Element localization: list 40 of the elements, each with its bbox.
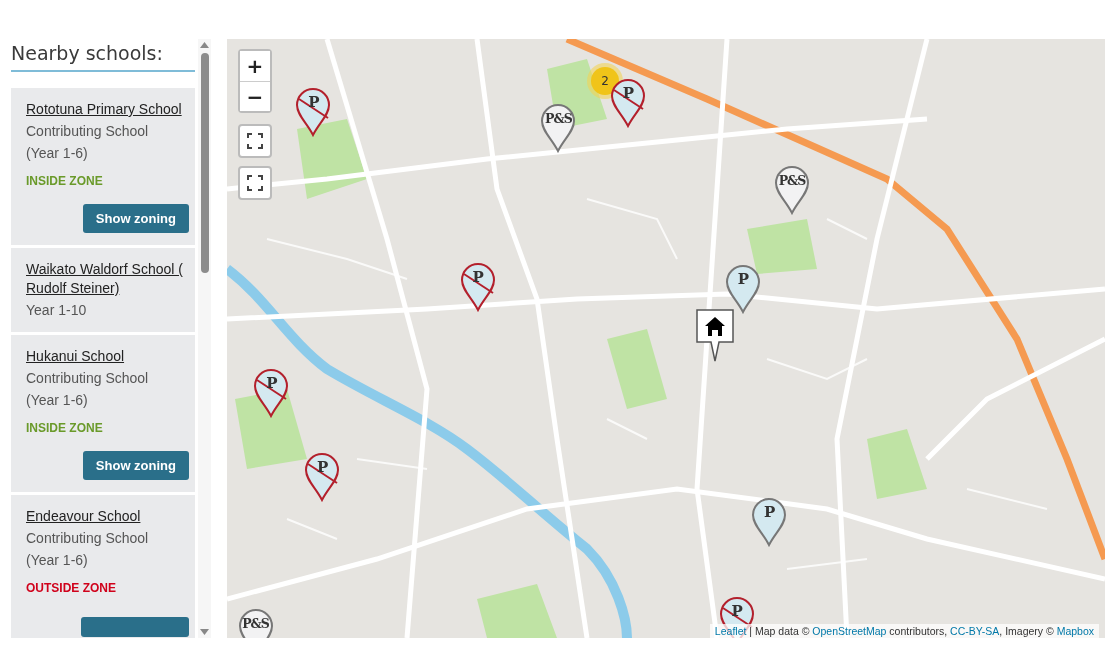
scrollbar[interactable] [198,39,211,638]
school-type: Contributing School [26,369,150,388]
sidebar-title: Nearby schools: [11,39,195,72]
scrollbar-thumb[interactable] [200,53,209,273]
school-years: Year 1-10 [26,301,88,320]
school-type: Contributing School [26,122,150,141]
show-zoning-button[interactable]: Show zoning [82,451,189,480]
school-marker[interactable]: P [724,263,761,314]
school-marker[interactable]: P [253,368,290,419]
school-marker[interactable]: P [304,452,341,503]
school-years: (Year 1-6) [26,144,89,163]
fullscreen-icon [247,175,263,191]
school-marker[interactable]: P [609,77,646,128]
school-name-link[interactable]: Endeavour School [26,507,189,526]
school-years: (Year 1-6) [26,391,89,410]
map-attribution: Leaflet | Map data © OpenStreetMap contributors, CC-BY-SA, Imagery © Mapbox [709,624,1099,638]
show-zoning-button[interactable]: Show zoning [82,204,189,233]
fullscreen-icon [247,133,263,149]
school-name-link[interactable]: Waikato Waldorf School ( Rudolf Steiner) [26,260,189,298]
school-name-link[interactable]: Rototuna Primary School [26,100,189,119]
fullscreen-button[interactable] [238,124,272,158]
home-marker[interactable] [695,308,734,363]
school-marker[interactable]: P&S [774,164,810,215]
attribution-link[interactable]: OpenStreetMap [812,625,887,637]
scroll-up-icon[interactable] [198,39,211,51]
zone-status: INSIDE ZONE [26,420,104,437]
fullscreen-button[interactable] [238,166,272,200]
school-marker[interactable]: P&S [237,608,274,638]
school-marker[interactable]: P&S [540,103,577,154]
attribution-link[interactable]: Mapbox [1056,625,1094,637]
zone-status: INSIDE ZONE [26,173,104,190]
zone-status: OUTSIDE ZONE [26,580,117,597]
school-marker[interactable]: P [751,497,788,548]
school-type: Contributing School [26,529,150,548]
school-marker[interactable]: P [459,261,496,312]
scroll-down-icon[interactable] [198,626,211,638]
zoom-out-button[interactable]: − [240,81,270,111]
school-years: (Year 1-6) [26,551,89,570]
school-name-link[interactable]: Hukanui School [26,347,189,366]
school-marker[interactable]: P [295,86,332,137]
